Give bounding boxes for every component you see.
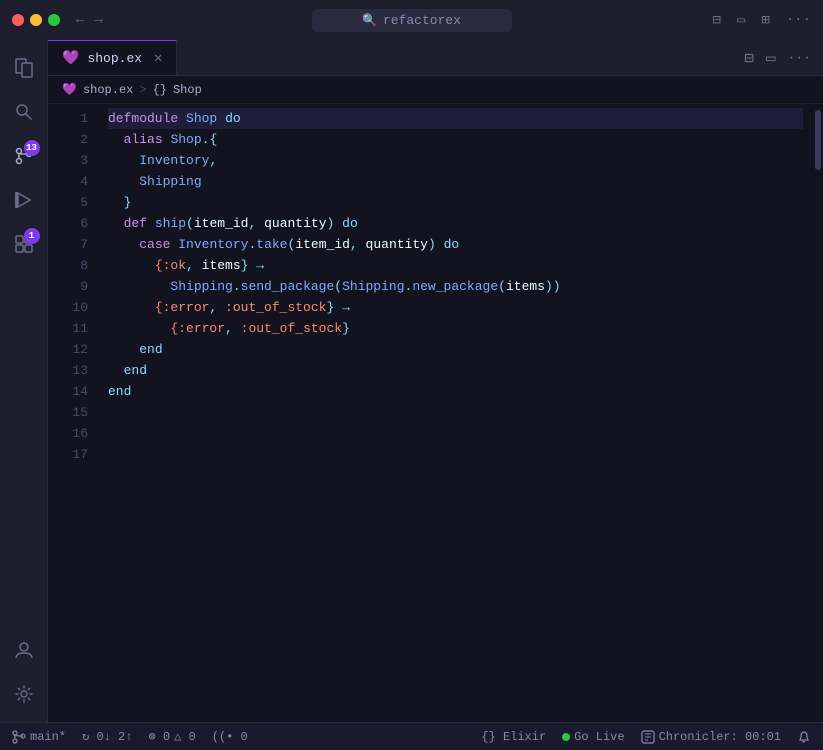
line-numbers: 1 2 3 4 5 6 7 8 9 10 11 12 13 14 15 16 1…: [48, 108, 98, 722]
editor-area: 💜 shop.ex ✕ ⊟ ▭ ··· 💜 shop.ex > {} Shop …: [48, 40, 823, 722]
go-live-dot: [562, 733, 570, 741]
tab-bar-actions: ⊟ ▭ ···: [732, 40, 823, 75]
breadcrumb-file-icon: 💜: [62, 82, 77, 97]
forward-button[interactable]: →: [94, 12, 102, 28]
panel-icon[interactable]: ▭: [737, 12, 745, 29]
tab-bar: 💜 shop.ex ✕ ⊟ ▭ ···: [48, 40, 823, 76]
explorer-button[interactable]: [4, 48, 44, 88]
code-line-15: end: [108, 360, 803, 381]
settings-button[interactable]: [4, 674, 44, 714]
status-sync[interactable]: ↻ 0↓ 2↑: [82, 729, 132, 744]
code-line-9: {:ok, items} →: [108, 255, 803, 276]
chronicler-label: Chronicler: 00:01: [659, 730, 781, 744]
titlebar-actions: ⊟ ▭ ⊞ ···: [712, 12, 811, 29]
statusbar-right: {} Elixir Go Live Chronicler: 00:01: [481, 730, 811, 744]
sync-label: ↻ 0↓ 2↑: [82, 729, 132, 744]
code-line-16: end: [108, 381, 803, 402]
run-button[interactable]: [4, 180, 44, 220]
more-actions-icon[interactable]: ···: [788, 50, 811, 65]
status-errors[interactable]: ⊗ 0 △ 0: [148, 729, 195, 744]
code-content[interactable]: defmodule Shop do alias Shop.{ Inventory…: [98, 108, 813, 722]
breadcrumb-sep1: >: [139, 83, 146, 97]
code-line-12: {:error, :out_of_stock} →: [108, 297, 803, 318]
main-layout: 13 1: [0, 40, 823, 722]
breadcrumb: 💜 shop.ex > {} Shop: [48, 76, 823, 104]
broadcast-label: ((• 0: [212, 730, 248, 744]
language-label: {} Elixir: [481, 730, 546, 744]
elixir-file-icon: 💜: [62, 50, 79, 67]
titlebar: ← → 🔍 refactorex ⊟ ▭ ⊞ ···: [0, 0, 823, 40]
chronicler-status[interactable]: Chronicler: 00:01: [641, 730, 781, 744]
tab-label: shop.ex: [87, 51, 142, 66]
activity-bar: 13 1: [0, 40, 48, 722]
breadcrumb-braces: {}: [153, 83, 167, 97]
go-live-label: Go Live: [574, 730, 624, 744]
status-language[interactable]: {} Elixir: [481, 730, 546, 744]
warnings-label: △ 0: [174, 729, 196, 744]
code-line-13: {:error, :out_of_stock}: [108, 318, 803, 339]
code-line-2: alias Shop.{: [108, 129, 803, 150]
tab-close-button[interactable]: ✕: [154, 50, 162, 67]
more-icon[interactable]: ···: [786, 12, 811, 29]
git-badge: 13: [24, 140, 40, 156]
go-live-button[interactable]: Go Live: [562, 730, 624, 744]
split-editor-icon[interactable]: ⊟: [712, 12, 720, 29]
branch-label: main*: [30, 730, 66, 744]
traffic-lights: [12, 14, 60, 26]
code-line-1: defmodule Shop do: [108, 108, 803, 129]
errors-label: ⊗ 0: [148, 729, 170, 744]
status-branch[interactable]: main*: [12, 730, 66, 744]
tab-shop-ex[interactable]: 💜 shop.ex ✕: [48, 40, 177, 75]
code-line-10: Shipping.send_package(Shipping.new_packa…: [108, 276, 803, 297]
back-button[interactable]: ←: [76, 12, 84, 28]
account-button[interactable]: [4, 630, 44, 670]
code-editor[interactable]: 1 2 3 4 5 6 7 8 9 10 11 12 13 14 15 16 1…: [48, 104, 823, 722]
scrollbar-thumb[interactable]: [815, 110, 821, 170]
search-text: refactorex: [383, 13, 461, 28]
code-line-4: Shipping: [108, 171, 803, 192]
git-button[interactable]: 13: [4, 136, 44, 176]
statusbar: main* ↻ 0↓ 2↑ ⊗ 0 △ 0 ((• 0 {} Elixir Go…: [0, 722, 823, 750]
search-icon: 🔍: [362, 13, 377, 28]
code-line-14: end: [108, 339, 803, 360]
close-button[interactable]: [12, 14, 24, 26]
maximize-button[interactable]: [48, 14, 60, 26]
notification-bell[interactable]: [797, 730, 811, 744]
breadcrumb-file[interactable]: shop.ex: [83, 83, 133, 97]
code-line-8: case Inventory.take(item_id, quantity) d…: [108, 234, 803, 255]
code-line-5: }: [108, 192, 803, 213]
minimize-button[interactable]: [30, 14, 42, 26]
status-broadcast[interactable]: ((• 0: [212, 730, 248, 744]
scrollbar[interactable]: [813, 108, 823, 722]
split-right-icon[interactable]: ⊟: [744, 48, 754, 68]
nav-controls: ← →: [76, 12, 103, 28]
extensions-button[interactable]: 1: [4, 224, 44, 264]
search-bar[interactable]: 🔍 refactorex: [312, 9, 512, 32]
toggle-panel-icon[interactable]: ▭: [766, 48, 776, 68]
code-line-3: Inventory,: [108, 150, 803, 171]
search-button[interactable]: [4, 92, 44, 132]
ext-badge: 1: [24, 228, 40, 244]
breadcrumb-module[interactable]: Shop: [173, 83, 202, 97]
layout-icon[interactable]: ⊞: [761, 12, 769, 29]
code-line-7: def ship(item_id, quantity) do: [108, 213, 803, 234]
